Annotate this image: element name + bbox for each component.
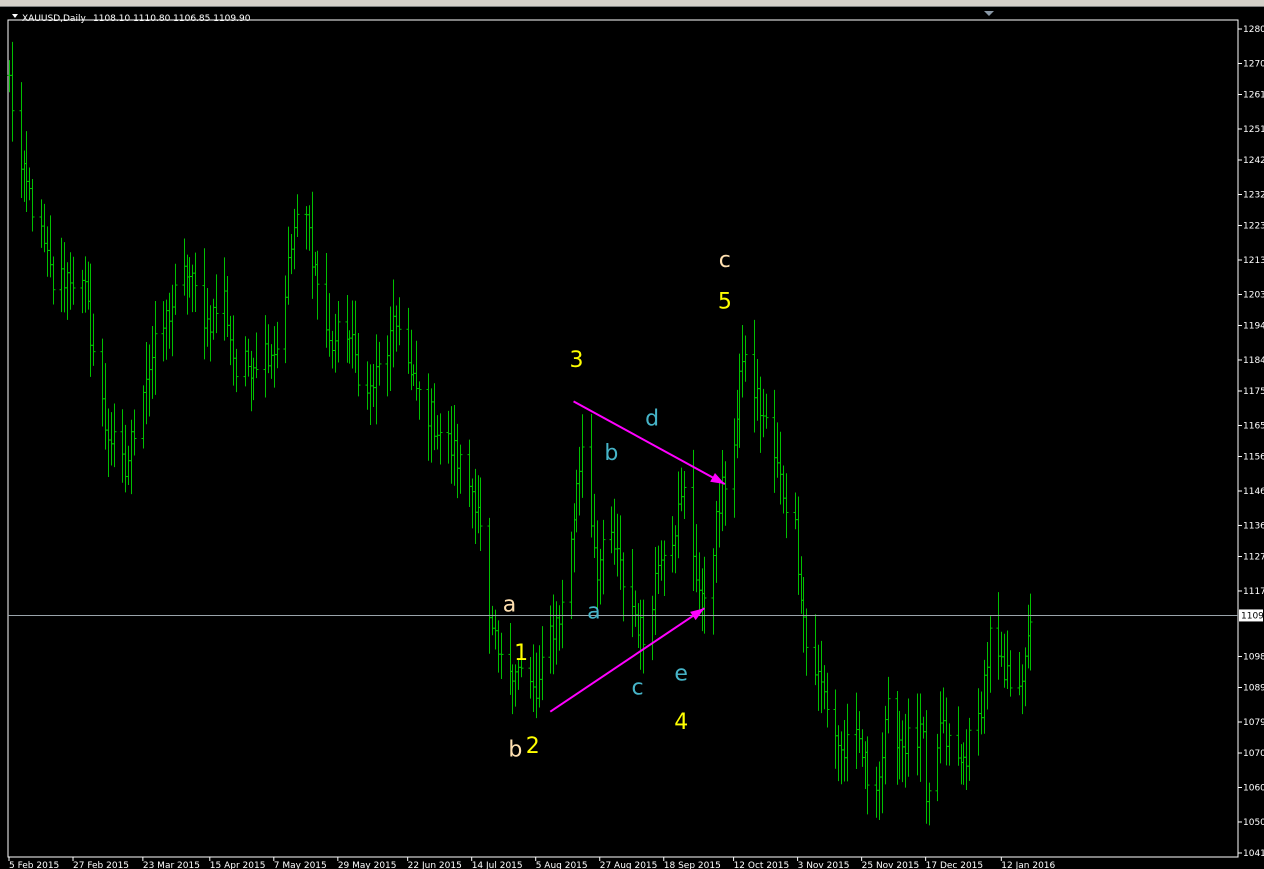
price-tick-label: 1146 bbox=[1243, 487, 1264, 497]
price-tick-label: 1079 bbox=[1243, 718, 1264, 728]
wave-label-a: a bbox=[587, 600, 600, 625]
price-tick-label: 1232 bbox=[1243, 190, 1264, 200]
price-tick-label: 1270 bbox=[1243, 59, 1264, 69]
current-price-label: 1109 bbox=[1241, 611, 1264, 621]
price-tick-label: 1184 bbox=[1243, 356, 1264, 366]
date-tick-label: 7 May 2015 bbox=[274, 861, 327, 869]
wave-label-e: e bbox=[674, 662, 688, 687]
price-tick-label: 1156 bbox=[1243, 453, 1264, 463]
chart-window[interactable]: XAUUSD,Daily 1108.10 1110.80 1106.85 1109… bbox=[0, 0, 1264, 869]
price-tick-label: 1050 bbox=[1243, 818, 1264, 828]
price-tick-label: 1098 bbox=[1243, 652, 1264, 662]
date-tick-label: 22 Jun 2015 bbox=[408, 861, 462, 869]
price-tick-label: 1165 bbox=[1243, 421, 1264, 431]
date-tick-label: 12 Oct 2015 bbox=[734, 861, 790, 869]
menu-triangle-icon[interactable] bbox=[12, 14, 18, 18]
price-tick-label: 1136 bbox=[1243, 521, 1264, 531]
price-tick-label: 1194 bbox=[1243, 322, 1264, 332]
wave-label-2: 2 bbox=[526, 734, 540, 759]
date-tick-label: 3 Nov 2015 bbox=[798, 861, 850, 869]
wave-label-b: b bbox=[604, 441, 618, 466]
wave-label-a: a bbox=[503, 593, 516, 618]
price-tick-label: 1060 bbox=[1243, 783, 1264, 793]
wave-label-3: 3 bbox=[569, 348, 583, 373]
price-tick-label: 1280 bbox=[1243, 25, 1264, 35]
date-tick-label: 17 Dec 2015 bbox=[926, 861, 984, 869]
date-tick-label: 15 Apr 2015 bbox=[210, 861, 266, 869]
date-tick-label: 18 Sep 2015 bbox=[664, 861, 721, 869]
wave-label-4: 4 bbox=[674, 710, 688, 735]
wave-label-c: c bbox=[632, 675, 644, 700]
date-tick-label: 25 Nov 2015 bbox=[862, 861, 920, 869]
price-tick-label: 1127 bbox=[1243, 552, 1264, 562]
price-tick-label: 1070 bbox=[1243, 749, 1264, 759]
date-tick-label: 5 Aug 2015 bbox=[536, 861, 588, 869]
wave-label-1: 1 bbox=[514, 641, 528, 666]
date-tick-label: 12 Jan 2016 bbox=[1001, 861, 1055, 869]
wave-label-c: c bbox=[719, 248, 731, 273]
price-tick-label: 1175 bbox=[1243, 387, 1264, 397]
price-tick-label: 1089 bbox=[1243, 684, 1264, 694]
plot-frame bbox=[7, 19, 1239, 858]
price-tick-label: 1041 bbox=[1243, 849, 1264, 859]
wave-label-5: 5 bbox=[718, 289, 732, 314]
date-tick-label: 27 Aug 2015 bbox=[600, 861, 658, 869]
chart-shift-triangle-icon[interactable] bbox=[984, 11, 994, 16]
date-tick-label: 29 May 2015 bbox=[338, 861, 397, 869]
trend-arrow-line[interactable] bbox=[549, 607, 706, 713]
price-tick-label: 1223 bbox=[1243, 222, 1264, 232]
date-tick-label: 23 Mar 2015 bbox=[143, 861, 200, 869]
date-tick-label: 27 Feb 2015 bbox=[73, 861, 129, 869]
date-tick-label: 5 Feb 2015 bbox=[9, 861, 59, 869]
price-tick-label: 1242 bbox=[1243, 156, 1264, 166]
price-tick-label: 1117 bbox=[1243, 587, 1264, 597]
ohlc-values: 1108.10 1110.80 1106.85 1109.90 bbox=[93, 14, 251, 24]
price-tick-label: 1261 bbox=[1243, 91, 1264, 101]
price-tick-label: 1213 bbox=[1243, 256, 1264, 266]
wave-label-d: d bbox=[645, 406, 659, 431]
price-tick-label: 1203 bbox=[1243, 290, 1264, 300]
price-tick-label: 1251 bbox=[1243, 125, 1264, 135]
wave-label-b: b bbox=[508, 737, 522, 762]
symbol-label: XAUUSD,Daily bbox=[22, 14, 86, 24]
price-chart[interactable]: XAUUSD,Daily 1108.10 1110.80 1106.85 1109… bbox=[0, 0, 1264, 869]
date-tick-label: 14 Jul 2015 bbox=[472, 861, 523, 869]
